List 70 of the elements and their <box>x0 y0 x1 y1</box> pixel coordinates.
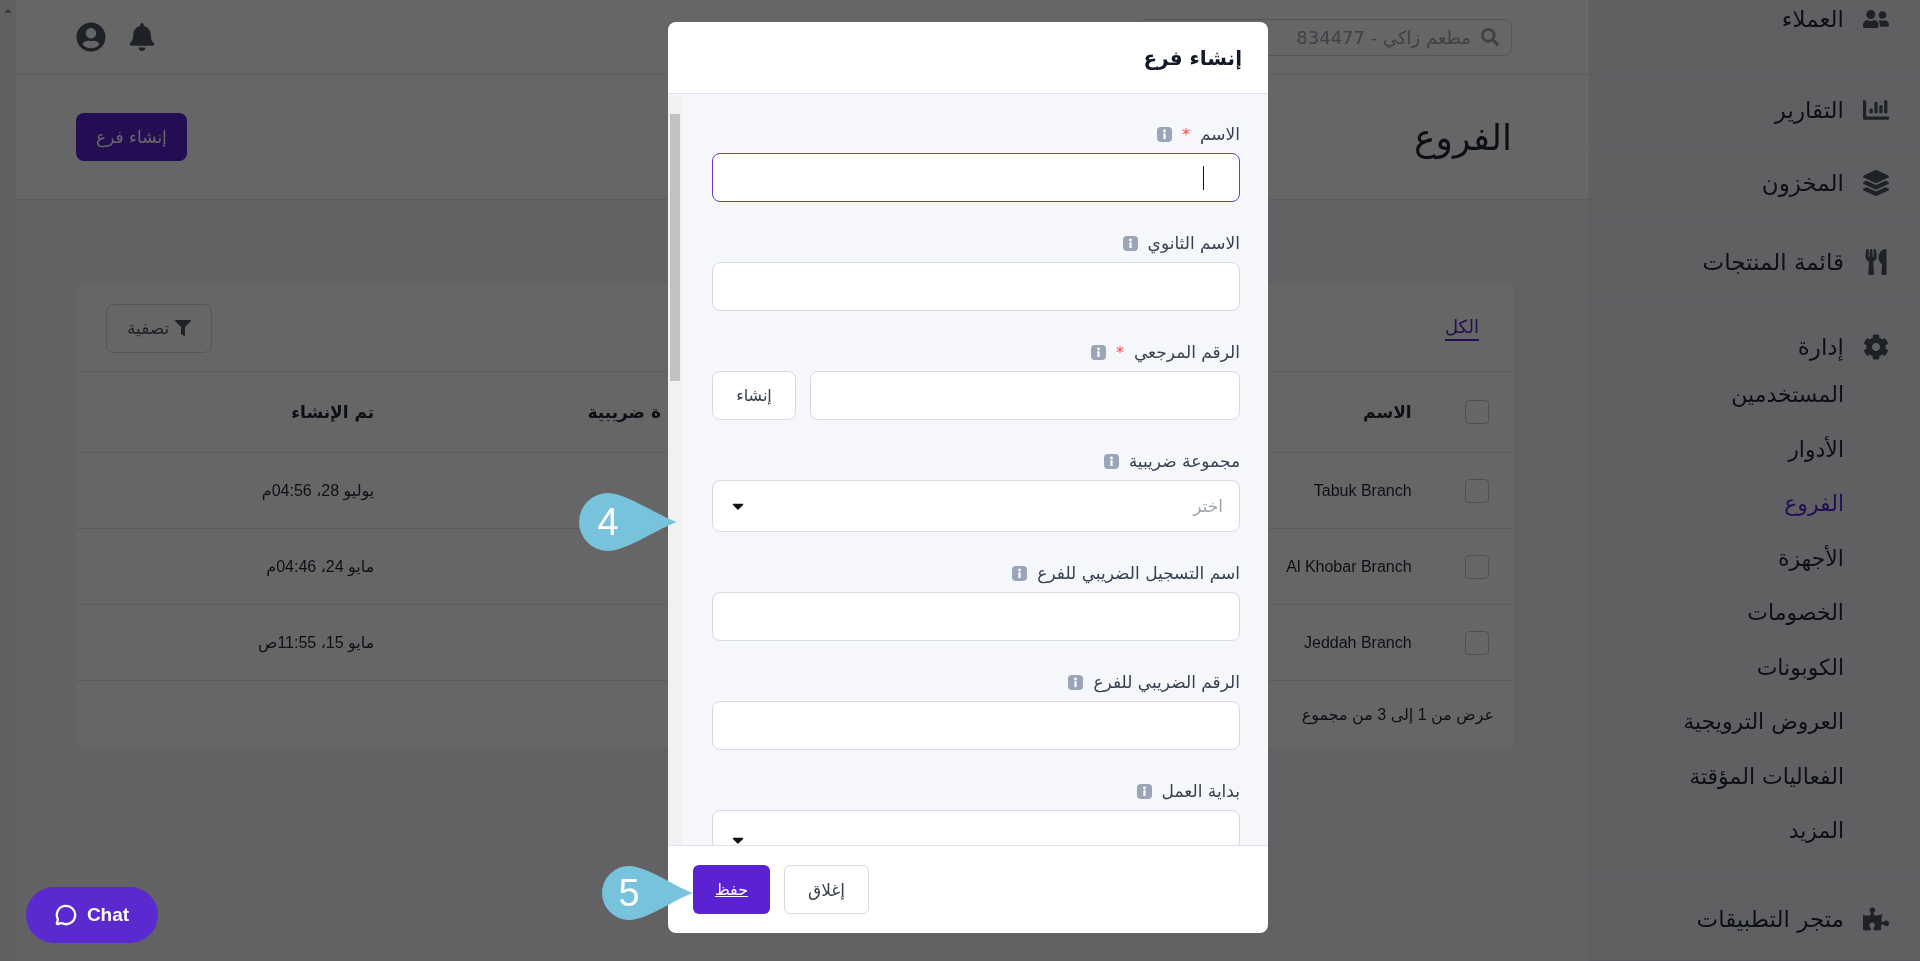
sidebar-subitem[interactable]: الفعاليات المؤقتة <box>1590 748 1890 804</box>
required-asterisk: * <box>1182 124 1190 144</box>
info-icon <box>1103 453 1119 469</box>
table-cell: مايو 15، 11:55ص <box>258 633 375 652</box>
info-icon <box>1157 126 1172 142</box>
sidebar-item[interactable]: المخزون <box>1761 169 1844 196</box>
generate-button[interactable]: إنشاء <box>712 371 796 420</box>
layers-icon <box>1863 169 1889 196</box>
checkbox[interactable] <box>1465 630 1489 655</box>
user-icon[interactable] <box>76 22 106 52</box>
step-marker: 4 <box>579 493 677 551</box>
field-label: بداية العمل <box>1161 781 1240 801</box>
select-placeholder: اختر <box>1193 496 1223 516</box>
create-branch-button[interactable]: إنشاء فرع <box>76 113 187 161</box>
field-label: الاسم الثانوي <box>1147 233 1240 253</box>
select-field[interactable]: اختر <box>712 480 1240 532</box>
column-header: ة ضريبية <box>587 402 661 422</box>
scrollbar[interactable] <box>668 96 682 845</box>
info-icon <box>1090 344 1106 360</box>
close-button[interactable]: إغلاق <box>784 865 869 914</box>
info-icon <box>1068 674 1084 690</box>
required-asterisk: * <box>1115 342 1124 362</box>
sidebar-subitem[interactable]: العروض الترويجية <box>1590 694 1890 749</box>
field-label: اسم التسجيل الضريبي للفرع <box>1037 563 1240 583</box>
field-label: مجموعة ضريبية <box>1128 451 1240 471</box>
chat-button[interactable]: Chat <box>26 887 158 943</box>
checkbox[interactable] <box>1465 554 1489 579</box>
filter-tab[interactable]: الكل <box>1444 315 1479 341</box>
field-label: الرقم المرجعي <box>1133 342 1240 362</box>
sidebar-subitem[interactable]: الفروع <box>1590 476 1890 531</box>
sidebar-subitem[interactable]: الخصومات <box>1590 585 1890 640</box>
checkbox[interactable] <box>1465 478 1489 503</box>
table-cell: Al Khobar Branch <box>1286 557 1412 576</box>
field-label: الرقم الضريبي للفرع <box>1093 672 1240 692</box>
save-button[interactable]: حفظ <box>693 865 770 914</box>
text-cursor <box>1202 166 1204 190</box>
pagination-text: عرض من 1 إلى 3 من مجموع <box>1301 706 1494 723</box>
filter-button[interactable]: تصفية <box>106 303 213 353</box>
table-cell: مايو 24، 04:46م <box>266 557 375 576</box>
sidebar-item[interactable]: متجر التطبيقات <box>1696 906 1844 933</box>
column-header: الاسم <box>1363 402 1412 422</box>
column-header: تم الإنشاء <box>291 402 375 422</box>
info-icon <box>1122 235 1138 251</box>
table-cell: يوليو 28، 04:56م <box>261 481 375 500</box>
step-marker: 5 <box>602 866 693 920</box>
text-input[interactable] <box>712 153 1240 202</box>
bell-icon[interactable] <box>128 23 156 51</box>
chat-bubble-icon <box>54 904 77 926</box>
sidebar-subitem[interactable]: الأدوار <box>1590 421 1890 477</box>
sidebar-item[interactable]: قائمة المنتجات <box>1702 248 1844 275</box>
sidebar-item[interactable]: إدارة <box>1797 334 1844 361</box>
sidebar-subitem[interactable]: الأجهزة <box>1590 530 1890 586</box>
page-title: الفروع <box>1414 116 1512 158</box>
sidebar-subitem[interactable]: المزيد <box>1590 803 1890 858</box>
settings-icon <box>1863 334 1889 361</box>
field-label: الاسم <box>1200 124 1240 144</box>
fork-knife-icon <box>1863 248 1889 275</box>
filter-icon <box>175 320 192 336</box>
table-cell: Jeddah Branch <box>1304 633 1412 652</box>
info-icon <box>1012 565 1028 581</box>
checkbox[interactable] <box>1465 400 1489 424</box>
sidebar-subitem[interactable]: الكوبونات <box>1590 639 1890 695</box>
table-cell: Tabuk Branch <box>1313 481 1412 500</box>
search-icon <box>1481 28 1499 46</box>
scroll-up-icon[interactable] <box>4 8 12 13</box>
sidebar-item[interactable]: التقارير <box>1774 96 1844 123</box>
info-icon <box>1136 783 1152 799</box>
puzzle-icon <box>1863 906 1889 933</box>
sidebar-item[interactable]: العملاء <box>1781 6 1844 32</box>
sidebar-subitem[interactable]: المستخدمين <box>1590 367 1890 422</box>
